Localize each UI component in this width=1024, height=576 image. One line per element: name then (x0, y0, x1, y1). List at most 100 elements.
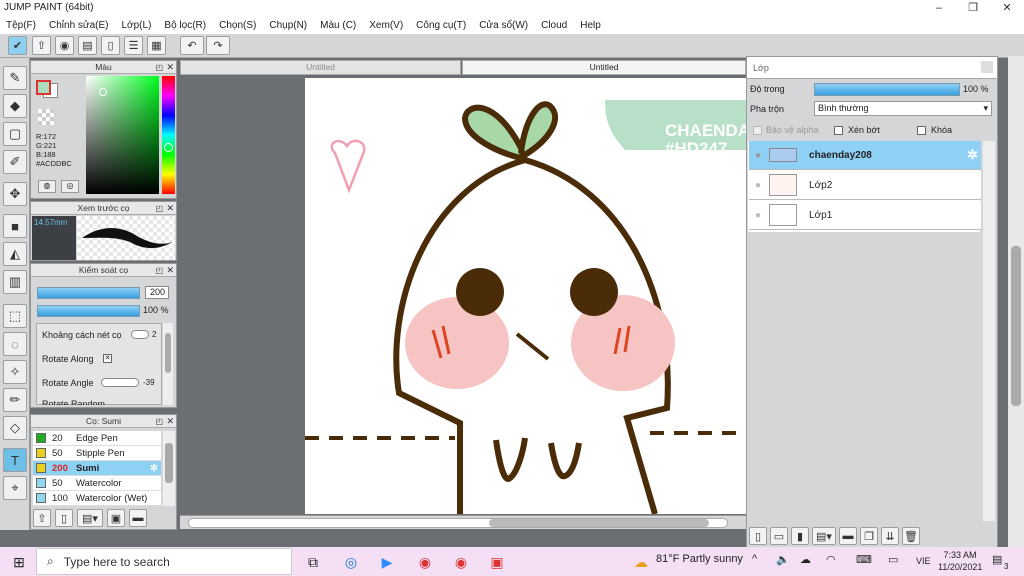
folder-icon[interactable]: ▬ (839, 527, 857, 545)
show-hidden-icons-icon[interactable]: ^ (752, 553, 757, 565)
clip-checkbox[interactable] (834, 126, 843, 135)
brush-list-item[interactable]: 20 Edge Pen (33, 431, 161, 446)
protect-alpha-checkbox[interactable] (753, 126, 762, 135)
select-eraser-tool-icon[interactable]: ◇ (3, 416, 27, 440)
brush-size-input[interactable]: 200 (145, 286, 169, 299)
layer-row-selected[interactable]: ● chaenday208 ✲ (749, 141, 981, 170)
brush-folder-icon[interactable]: ▬ (129, 509, 147, 527)
brush-list-item[interactable]: 100 Watercolor (Wet) (33, 491, 161, 506)
list-icon[interactable]: ☰ (124, 36, 143, 55)
float-icon[interactable]: ◰ (155, 415, 163, 428)
volume-icon[interactable]: 🔈 (776, 553, 790, 566)
picker-cursor[interactable] (99, 88, 107, 96)
brush-import-icon[interactable]: ⇧ (33, 509, 51, 527)
jump-paint-icon[interactable]: ▣ (486, 551, 508, 573)
layer-row[interactable]: ● Lớp2 (749, 171, 981, 200)
layer-menu-icon[interactable]: ▤▾ (812, 527, 836, 545)
edge-browser-icon[interactable]: ◎ (340, 551, 362, 573)
windows-start-icon[interactable]: ⊞ (8, 551, 30, 573)
close-icon[interactable]: ✕ (166, 202, 174, 215)
brush-size-slider[interactable] (37, 287, 140, 299)
trash-icon[interactable]: 🗑 (902, 527, 920, 545)
lasso-tool-icon[interactable]: ◌ (3, 332, 27, 356)
float-icon[interactable]: ◰ (155, 264, 163, 277)
merge-icon[interactable]: ⇊ (881, 527, 899, 545)
layer-list-scrollbar[interactable] (983, 141, 995, 521)
menu-cloud[interactable]: Cloud (541, 20, 567, 31)
menu-tools[interactable]: Công cụ(T) (416, 20, 466, 31)
language-indicator[interactable]: VIE (916, 556, 931, 566)
redo-icon[interactable]: ↷ (206, 36, 230, 55)
brush-list-item[interactable]: 50 Stipple Pen (33, 446, 161, 461)
transparent-color-swatch[interactable] (38, 109, 54, 125)
brush-list-scrollbar[interactable] (163, 431, 175, 506)
weather-text[interactable]: 81°F Partly sunny (656, 553, 743, 565)
layer-row[interactable]: ● Lớp1 (749, 201, 981, 230)
rect-select-tool-icon[interactable]: ▢ (3, 122, 27, 146)
brush-opacity-slider[interactable] (37, 305, 140, 317)
close-icon[interactable]: ✕ (166, 264, 174, 277)
spacing-slider[interactable] (131, 330, 149, 339)
menu-view[interactable]: Xem(V) (369, 20, 403, 31)
menu-window[interactable]: Cửa sổ(W) (479, 20, 528, 31)
keyboard-icon[interactable]: ⌨ (856, 553, 872, 566)
move-tool-icon[interactable]: ✥ (3, 182, 27, 206)
menu-edit[interactable]: Chỉnh sửa(E) (49, 20, 109, 31)
export-icon[interactable]: ⇧ (32, 36, 51, 55)
hue-slider[interactable] (162, 76, 175, 194)
comment-icon[interactable]: ◉ (55, 36, 74, 55)
maximize-button[interactable]: ❐ (956, 0, 990, 16)
minimize-button[interactable]: – (922, 0, 956, 16)
gear-icon[interactable]: ✲ (967, 147, 978, 163)
copy-layer-icon[interactable]: ▮ (791, 527, 809, 545)
menu-file[interactable]: Tệp(F) (6, 20, 36, 31)
close-icon[interactable]: ✕ (166, 61, 174, 74)
float-icon[interactable]: ◰ (155, 202, 163, 215)
select-rect-tool-icon[interactable]: ⬚ (3, 304, 27, 328)
new-layer-template-icon[interactable]: ▭ (770, 527, 788, 545)
new-layer-icon[interactable]: ▯ (749, 527, 767, 545)
brush-list-item[interactable]: 50 Watercolor (33, 476, 161, 491)
swap-color-icon[interactable]: ◎ (61, 180, 79, 193)
task-view-icon[interactable]: ⧉ (302, 551, 324, 573)
bucket-tool-icon[interactable]: ◭ (3, 242, 27, 266)
menu-select[interactable]: Chọn(S) (219, 20, 256, 31)
doc-tab-2[interactable]: Untitled (462, 60, 746, 75)
drawing-canvas[interactable]: CHAENDAY #HD247 (305, 78, 746, 514)
doc-tab-1[interactable]: Untitled (180, 60, 461, 75)
pen-tool-icon[interactable]: ✐ (3, 150, 27, 174)
rotate-along-checkbox[interactable]: ✕ (103, 354, 112, 363)
rotate-angle-slider[interactable] (101, 378, 139, 387)
layer-opacity-slider[interactable] (814, 83, 960, 96)
brush-settings-icon[interactable]: ▣ (107, 509, 125, 527)
select-pen-tool-icon[interactable]: ✏ (3, 388, 27, 412)
message-icon[interactable]: ▤ (78, 36, 97, 55)
brush-menu-icon[interactable]: ▤▾ (77, 509, 103, 527)
scroll-track[interactable] (188, 518, 728, 528)
brush-options-scrollbar[interactable] (163, 323, 173, 405)
taskbar-search-box[interactable]: ⌕ Type here to search (36, 548, 292, 575)
gear-icon[interactable]: ✲ (150, 463, 158, 474)
close-icon[interactable]: ✕ (166, 415, 174, 428)
canvas-horizontal-scrollbar[interactable] (180, 515, 746, 529)
saturation-value-picker[interactable] (86, 76, 159, 194)
duplicate-icon[interactable]: ❐ (860, 527, 878, 545)
visibility-dot-icon[interactable]: ● (755, 180, 761, 191)
chrome-icon[interactable]: ◉ (414, 551, 436, 573)
menu-color[interactable]: Màu (C) (320, 20, 356, 31)
menu-filter[interactable]: Bộ lọc(R) (164, 20, 206, 31)
menu-capture[interactable]: Chụp(N) (269, 20, 307, 31)
clock[interactable]: 7:33 AM 11/20/2021 (938, 549, 982, 573)
zoom-app-icon[interactable]: ▶ (376, 551, 398, 573)
display-icon[interactable]: ▭ (888, 553, 898, 566)
fill-rect-tool-icon[interactable]: ■ (3, 214, 27, 238)
undo-icon[interactable]: ↶ (180, 36, 204, 55)
blend-mode-select[interactable]: Bình thường ▾ (814, 101, 992, 116)
cloud-icon[interactable]: ☁ (800, 553, 811, 566)
float-icon[interactable]: ◰ (155, 61, 163, 74)
palette-icon[interactable]: ◍ (38, 180, 56, 193)
new-brush-icon[interactable]: ▯ (55, 509, 73, 527)
visibility-dot-icon[interactable]: ● (755, 210, 761, 221)
notification-icon[interactable]: ▤ (992, 553, 1002, 566)
check-icon[interactable]: ✔ (8, 36, 27, 55)
